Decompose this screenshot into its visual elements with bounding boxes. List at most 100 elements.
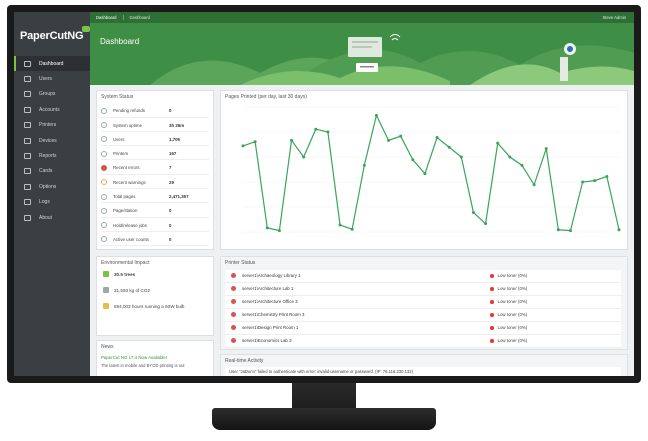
sidebar-item-label: Groups — [39, 91, 56, 98]
status-icon — [101, 222, 107, 229]
chart-point[interactable] — [241, 144, 245, 148]
chart-point[interactable] — [471, 211, 475, 215]
sidebar-item-label: About — [39, 214, 53, 221]
chart-point[interactable] — [520, 163, 524, 167]
chart-point[interactable] — [423, 172, 427, 176]
chart-point[interactable] — [277, 229, 281, 233]
sidebar-item-label: Accounts — [39, 106, 60, 113]
sidebar-item-devices[interactable]: Devices — [14, 133, 90, 148]
toner-alert-icon — [490, 313, 494, 317]
chart-point[interactable] — [338, 223, 342, 227]
sidebar-nav: Dashboard Users Groups Accounts Printers… — [14, 56, 90, 225]
chart-icon — [24, 60, 31, 67]
group-icon — [24, 91, 31, 98]
chart-point[interactable] — [581, 180, 585, 184]
printer-row[interactable]: server1\Architecture Lab 1 Low toner (0%) — [225, 283, 621, 296]
chart-point[interactable] — [508, 155, 512, 159]
status-label: Recent warnings — [113, 179, 146, 185]
status-value: 3h 26m — [169, 122, 185, 128]
device-icon — [24, 137, 31, 144]
chart-point[interactable] — [544, 147, 548, 151]
status-label: Active user counts — [113, 236, 149, 242]
chart-point[interactable] — [387, 138, 391, 142]
printer-icon — [231, 273, 236, 279]
news-headline[interactable]: PaperCut NG 17.4 Now Available! — [101, 355, 167, 360]
sidebar-item-accounts[interactable]: Accounts — [14, 102, 90, 117]
chart-point[interactable] — [459, 155, 463, 159]
sidebar-item-dashboard[interactable]: Dashboard — [14, 56, 90, 72]
system-status-row: Pending refunds 0 — [101, 105, 209, 118]
chart-point[interactable] — [350, 227, 354, 231]
printer-icon — [231, 286, 236, 292]
sidebar-item-label: Cards — [39, 168, 53, 175]
printer-row[interactable]: server1\Archaeology Library 1 Low toner (… — [225, 270, 621, 283]
sidebar-item-label: Reports — [39, 153, 57, 160]
sidebar-item-about[interactable]: About — [14, 210, 90, 225]
user-menu[interactable]: Steve Admin — [602, 15, 626, 20]
status-value: 7 — [169, 165, 172, 171]
sidebar-item-label: Dashboard — [39, 60, 64, 67]
chart-point[interactable] — [605, 174, 609, 178]
printer-row[interactable]: server1\Architecture Office 3 Low toner (… — [225, 296, 621, 309]
status-value: 0 — [169, 108, 172, 114]
system-status-row: Printers 167 — [101, 148, 209, 161]
chart-point[interactable] — [617, 228, 621, 232]
chart-point[interactable] — [362, 163, 366, 167]
chart-point[interactable] — [496, 141, 500, 145]
chart-title: Pages Printed (per day, last 30 days) — [225, 94, 307, 100]
chart-point[interactable] — [326, 130, 330, 134]
chart-point[interactable] — [314, 127, 318, 131]
breadcrumb-current[interactable]: Dashboard — [122, 15, 157, 20]
status-icon — [101, 236, 107, 243]
printer-name: server1\Archaeology Library 1 — [242, 273, 301, 279]
chart-point[interactable] — [532, 183, 536, 187]
sidebar-item-printers[interactable]: Printers — [14, 118, 90, 133]
status-icon — [101, 179, 107, 186]
chart-point[interactable] — [302, 155, 306, 159]
chart-point[interactable] — [411, 158, 415, 162]
sidebar-item-logs[interactable]: Logs — [14, 195, 90, 210]
printer-name: server1\Economics Lab 3 — [242, 338, 292, 344]
gear-icon — [24, 183, 31, 190]
sidebar-item-options[interactable]: Options — [14, 179, 90, 194]
card-icon — [24, 168, 31, 175]
chart-point[interactable] — [435, 136, 439, 140]
chart-point[interactable] — [265, 226, 269, 230]
chart-series-line — [242, 113, 620, 232]
printer-row[interactable]: server1\Chemistry Print Room 3 Low toner … — [225, 309, 621, 322]
status-icon — [101, 207, 107, 214]
chart-point[interactable] — [568, 229, 572, 233]
status-value: 167 — [169, 151, 177, 157]
chart-point[interactable] — [556, 228, 560, 232]
printer-name: server1\Architecture Lab 1 — [242, 286, 294, 292]
chart-point[interactable] — [374, 113, 378, 117]
realtime-row: User "JaDunn" failed to authenticate wit… — [225, 367, 621, 376]
status-label: Printers — [113, 151, 129, 157]
sidebar: PaperCutNG Dashboard Users Groups Accoun… — [14, 12, 90, 376]
printer-row[interactable]: server1\Economics Lab 3 Low toner (0%) — [225, 335, 621, 348]
chart-point[interactable] — [253, 140, 257, 144]
toner-status: Low toner (0%) — [497, 338, 528, 344]
sidebar-item-users[interactable]: Users — [14, 71, 90, 86]
breadcrumb-dashboard[interactable]: Dashboard — [90, 15, 123, 20]
sidebar-item-label: Printers — [39, 122, 57, 129]
system-status-row: Users 1,705 — [101, 134, 209, 147]
sidebar-item-groups[interactable]: Groups — [14, 87, 90, 102]
chart-point[interactable] — [447, 145, 451, 149]
pages-printed-chart — [241, 106, 621, 233]
env-trees-text: 30.5 trees — [114, 271, 136, 277]
info-icon — [24, 214, 31, 221]
top-bar: Dashboard Dashboard Steve Admin — [90, 12, 634, 23]
system-status-row: Page/station 0 — [101, 205, 209, 218]
sidebar-item-reports[interactable]: Reports — [14, 148, 90, 163]
page-header: Dashboard — [90, 23, 634, 85]
chart-point[interactable] — [593, 179, 597, 183]
printer-icon — [231, 299, 236, 305]
news-panel: News PaperCut NG 17.4 Now Available! The… — [96, 340, 214, 376]
printer-row[interactable]: server1\Design Print Room 1 Low toner (0%… — [225, 322, 621, 335]
monitor-bezel: PaperCutNG Dashboard Users Groups Accoun… — [7, 5, 641, 383]
chart-point[interactable] — [399, 134, 403, 138]
chart-point[interactable] — [484, 222, 488, 226]
sidebar-item-cards[interactable]: Cards — [14, 164, 90, 179]
chart-point[interactable] — [290, 138, 294, 142]
